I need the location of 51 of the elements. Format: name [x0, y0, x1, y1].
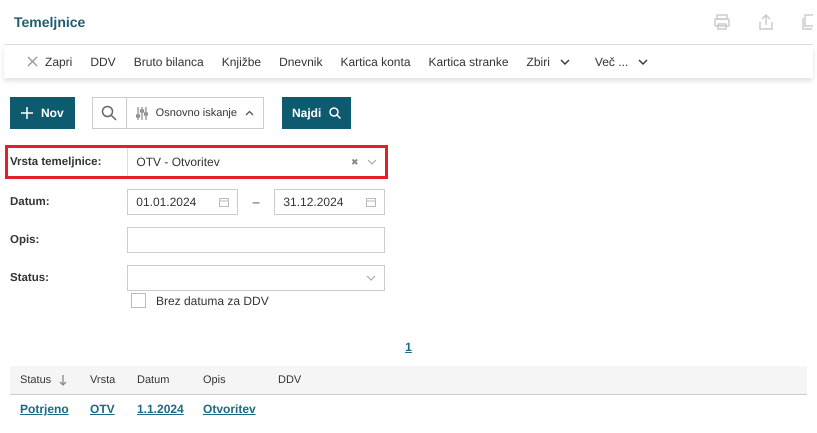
menu-dropdown[interactable]: Zbiri: [518, 54, 586, 68]
column-header[interactable]: Vrsta: [80, 374, 127, 386]
toolbar-button[interactable]: DDV: [81, 54, 125, 68]
table-cell-link[interactable]: 1.1.2024: [137, 402, 184, 416]
copy-icon[interactable]: [801, 13, 813, 31]
checkbox[interactable]: [131, 293, 146, 308]
page-link[interactable]: 1: [405, 340, 412, 354]
input-field[interactable]: [127, 227, 385, 253]
sliders-icon: [136, 106, 148, 120]
toolbar-button[interactable]: Knjižbe: [212, 54, 270, 68]
plus-icon: [21, 107, 33, 119]
chevron-icon: [560, 58, 570, 64]
table-cell-link[interactable]: Potrjeno: [20, 402, 69, 416]
column-header[interactable]: Status: [10, 374, 80, 386]
calendar-icon: [218, 197, 229, 207]
search-icon: [101, 105, 118, 121]
table-cell-link[interactable]: Otvoritev: [203, 402, 256, 416]
search-icon: [329, 107, 342, 119]
chevron-icon: [638, 58, 648, 64]
sort-arrow-icon: [59, 374, 68, 386]
toolbar-button[interactable]: Bruto bilanca: [124, 54, 213, 68]
chevron-icon: [366, 275, 376, 281]
field-label: Vrsta temeljnice:: [10, 156, 102, 168]
field-label: Datum:: [10, 196, 51, 208]
find-button[interactable]: Najdi: [282, 97, 352, 129]
chevron-up-icon: [245, 110, 254, 116]
checkbox-label: Brez datuma za DDV: [156, 294, 269, 308]
chevron-icon: [367, 159, 377, 165]
clear-icon[interactable]: ✖: [351, 157, 359, 167]
share-icon[interactable]: [757, 13, 775, 31]
field-label: Status:: [10, 272, 50, 284]
date-field[interactable]: 31.12.2024: [274, 189, 386, 215]
column-header[interactable]: DDV: [268, 374, 328, 386]
column-header[interactable]: Opis: [193, 374, 268, 386]
select-field[interactable]: OTV - Otvoritev ✖: [127, 148, 385, 176]
toolbar-button[interactable]: Kartica stranke: [420, 54, 518, 68]
toolbar-button[interactable]: Kartica konta: [331, 54, 420, 68]
select-field[interactable]: [127, 265, 385, 291]
close-icon: [27, 56, 38, 67]
new-button[interactable]: Nov: [10, 97, 75, 129]
print-icon[interactable]: [713, 13, 731, 31]
page-title: Temeljnice: [14, 14, 86, 30]
range-separator: –: [252, 195, 260, 209]
toolbar-button[interactable]: Dnevnik: [270, 54, 332, 68]
table-cell-link[interactable]: OTV: [90, 402, 115, 416]
close-button[interactable]: Zapri: [18, 54, 82, 68]
date-field[interactable]: 01.01.2024: [127, 189, 238, 215]
column-header[interactable]: Datum: [127, 374, 193, 386]
menu-dropdown[interactable]: Več ...: [586, 54, 664, 68]
calendar-icon: [366, 197, 376, 207]
field-label: Opis:: [10, 234, 40, 246]
